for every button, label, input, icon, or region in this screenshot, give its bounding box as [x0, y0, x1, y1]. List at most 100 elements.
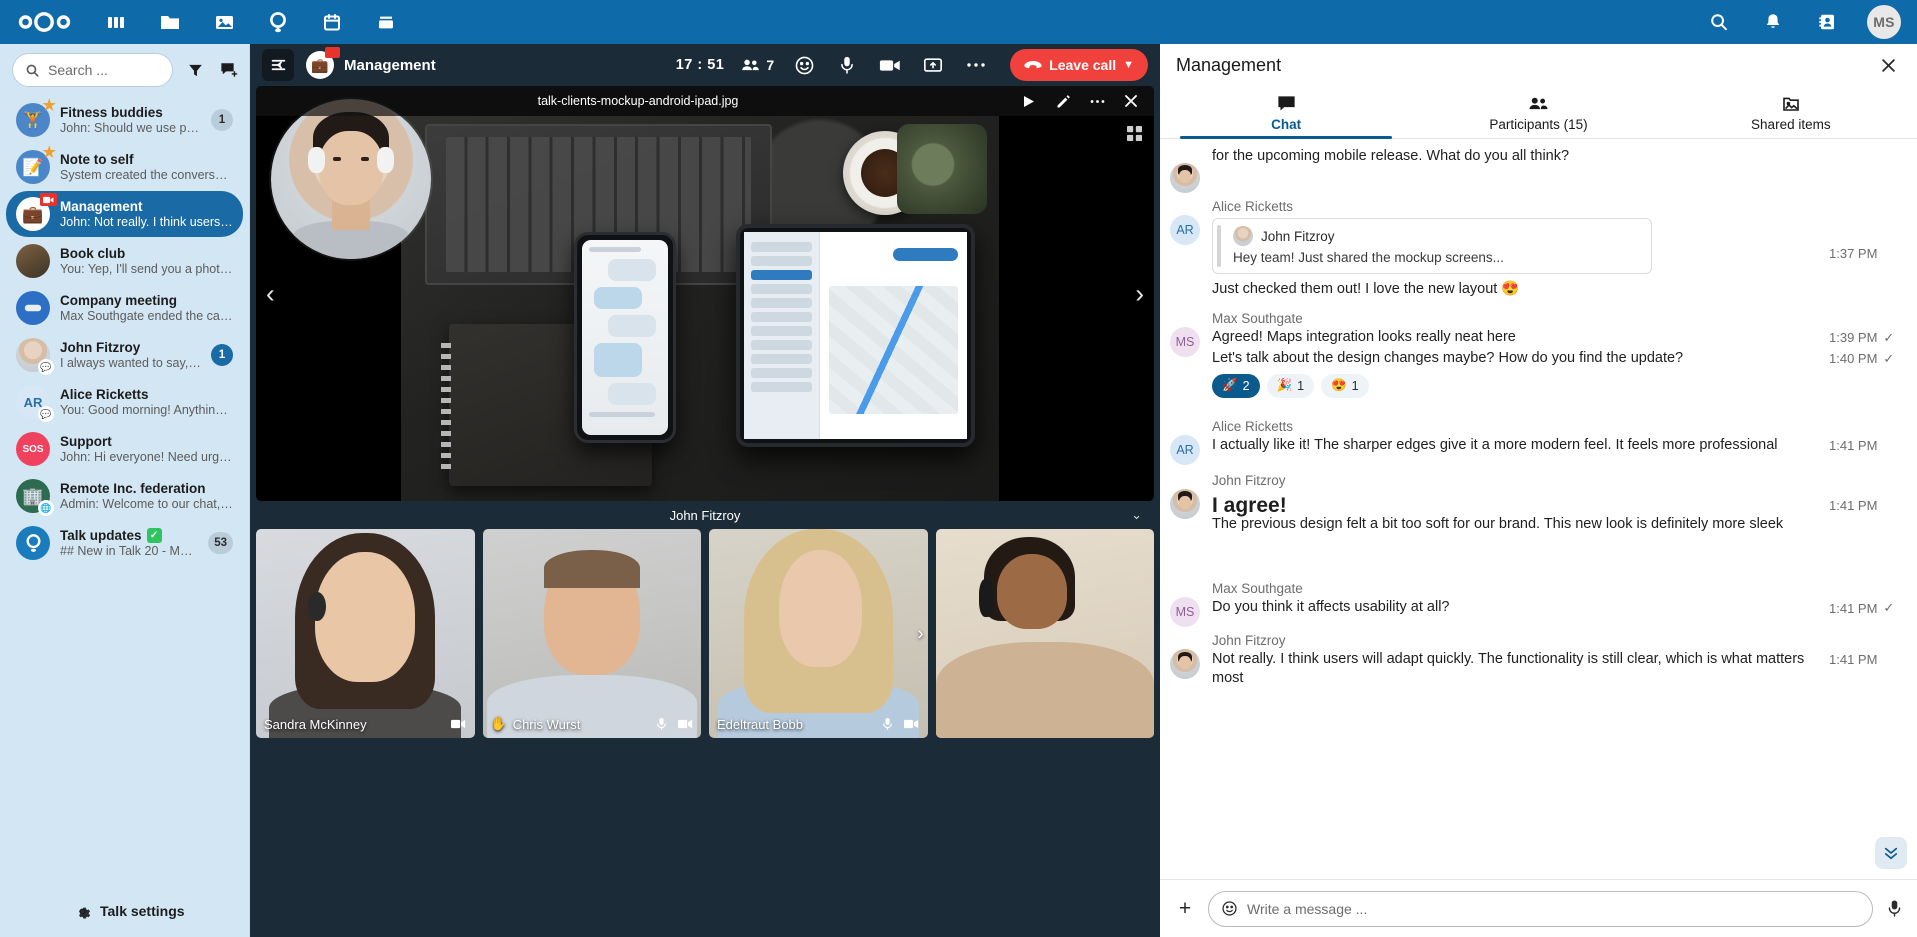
message-text: Let's talk about the design changes mayb… [1212, 349, 1684, 366]
record-audio-icon[interactable] [1883, 898, 1905, 920]
chevron-down-icon[interactable]: ⌄ [1131, 507, 1142, 523]
quoted-message[interactable]: John Fitzroy Hey team! Just shared the m… [1212, 218, 1652, 274]
conversation-item-company-meeting[interactable]: Company meeting Max Southgate ended the … [6, 285, 243, 331]
call-timer: 17 : 51 [675, 57, 725, 73]
reaction-chip[interactable]: 🎉 1 [1266, 373, 1315, 398]
more-options-icon[interactable] [1088, 92, 1106, 110]
screenshare-icon[interactable] [920, 52, 946, 78]
tab-shared-items[interactable]: Shared items [1665, 86, 1917, 138]
avatar: AR 💬 [16, 385, 54, 422]
conversation-item-support[interactable]: SOS Support John: Hi everyone! Need urge… [6, 426, 243, 472]
sidebar-search-row: Search ... [0, 44, 249, 94]
avatar [1170, 163, 1200, 193]
user-avatar[interactable]: MS [1867, 5, 1901, 39]
avatar [16, 244, 50, 278]
photos-icon[interactable] [210, 8, 238, 36]
conversation-item-talk-updates[interactable]: Talk updates ✓ ## New in Talk 20 - Mod..… [6, 520, 243, 566]
leave-call-button[interactable]: Leave call ▼ [1010, 49, 1148, 81]
recording-camera-icon [40, 193, 57, 206]
camera-icon[interactable] [877, 52, 903, 78]
video-tile[interactable] [935, 529, 1154, 738]
dashboard-icon[interactable] [102, 8, 130, 36]
calendar-icon[interactable] [318, 8, 346, 36]
room-avatar-glyph: 💼 [311, 56, 329, 73]
chat-icon [1275, 93, 1297, 115]
microphone-icon[interactable] [834, 52, 860, 78]
contacts-icon[interactable] [1813, 8, 1841, 36]
message-author: Max Southgate [1212, 581, 1303, 597]
talk-settings-button[interactable]: Talk settings [0, 885, 249, 937]
shared-screen-stage: talk-clients-mockup-android-ipad.jpg ‹ › [256, 86, 1154, 501]
chat-panel-tabs: Chat Participants (15) Shared items [1160, 86, 1917, 139]
quoted-author: John Fitzroy [1261, 228, 1335, 244]
search-icon[interactable] [1705, 8, 1733, 36]
close-icon[interactable] [1875, 52, 1901, 78]
conversation-name: Alice Ricketts [60, 387, 149, 402]
collapse-sidebar-icon[interactable] [262, 49, 294, 81]
emoji-icon[interactable] [791, 52, 817, 78]
message-author: John Fitzroy [1212, 633, 1286, 649]
more-options-icon[interactable] [963, 52, 989, 78]
talk-icon[interactable] [264, 8, 292, 36]
file-preview-bar: talk-clients-mockup-android-ipad.jpg [256, 86, 1154, 116]
previous-arrow-icon[interactable]: ‹ [266, 278, 275, 309]
avatar: 🏋 ★ [16, 98, 56, 137]
next-arrow-icon[interactable]: › [918, 623, 924, 644]
participants-icon [1527, 93, 1549, 115]
microphone-icon [880, 716, 896, 732]
video-tile[interactable]: Sandra McKinney [256, 529, 475, 738]
message-time-text: 1:37 PM [1829, 246, 1878, 261]
add-attachment-icon[interactable]: + [1172, 896, 1198, 922]
search-input[interactable]: Search ... [12, 53, 173, 87]
call-room-info: 💼 Management [306, 47, 436, 79]
unread-badge: 1 [211, 109, 233, 131]
message-input[interactable]: Write a message ... [1208, 890, 1873, 927]
app-menu [102, 8, 400, 36]
emoji-icon[interactable] [1221, 900, 1238, 917]
participants-counter[interactable]: 7 [741, 57, 774, 73]
tab-participants[interactable]: Participants (15) [1412, 86, 1664, 138]
avatar-initials: AR [1176, 223, 1194, 237]
conversation-item-fitness-buddies[interactable]: 🏋 ★ Fitness buddies John: Should we use … [6, 97, 243, 143]
filter-icon[interactable] [183, 58, 207, 82]
avatar-placeholder [1170, 379, 1200, 409]
conversation-item-management[interactable]: 💼 Management John: Not really. I think u… [6, 191, 243, 237]
play-icon[interactable] [1020, 92, 1038, 110]
reaction-chip[interactable]: 🚀 2 [1212, 373, 1260, 398]
message-time-text: 1:39 PM [1829, 330, 1878, 346]
conversation-item-john-fitzroy[interactable]: 💬 John Fitzroy I always wanted to say, h… [6, 332, 243, 378]
reaction-emoji: 😍 [1331, 378, 1347, 393]
next-arrow-icon[interactable]: › [1135, 278, 1144, 309]
new-conversation-icon[interactable] [217, 58, 241, 82]
video-tile[interactable]: Edeltraut Bobb › [709, 529, 928, 738]
message-list[interactable]: for the upcoming mobile release. What do… [1160, 139, 1917, 879]
message-author: Alice Ricketts [1212, 418, 1294, 434]
message-time-text: 1:40 PM [1829, 351, 1878, 367]
quoted-text: Hey team! Just shared the mockup screens… [1233, 250, 1504, 265]
video-tile[interactable]: ✋ Chris Wurst [482, 529, 701, 738]
grid-icon[interactable] [1127, 126, 1142, 144]
message-time [1829, 147, 1903, 149]
message-text: The previous design felt a bit too soft … [1212, 516, 1784, 533]
edit-icon[interactable] [1054, 92, 1072, 110]
reaction-chip[interactable]: 😍 1 [1321, 373, 1369, 398]
bell-icon[interactable] [1759, 8, 1787, 36]
tile-participant-name-wrap: Sandra McKinney [264, 717, 367, 732]
message-author: John Fitzroy [1212, 472, 1286, 488]
message-time-text: 1:41 PM [1829, 600, 1878, 616]
conversation-last-message: John: Should we use polls? [60, 121, 201, 135]
tab-chat[interactable]: Chat [1160, 86, 1412, 139]
nextcloud-logo-icon[interactable] [14, 7, 76, 37]
conversation-item-remote-inc-federation[interactable]: 🏢 🌐 Remote Inc. federation Admin: Welcom… [6, 473, 243, 519]
scroll-to-bottom-icon[interactable] [1875, 837, 1907, 869]
conversation-item-note-to-self[interactable]: 📝 ★ Note to self System created the conv… [6, 144, 243, 190]
unread-badge: 1 [211, 344, 233, 366]
cloud-icon [24, 304, 42, 312]
conversation-item-alice-ricketts[interactable]: AR 💬 Alice Ricketts You: Good morning! A… [6, 379, 243, 425]
camera-icon [677, 716, 693, 732]
deck-icon[interactable] [372, 8, 400, 36]
close-icon[interactable] [1122, 92, 1140, 110]
reaction-emoji: 🚀 [1222, 378, 1238, 393]
conversation-item-book-club[interactable]: Book club You: Yep, I'll send you a phot… [6, 238, 243, 284]
files-icon[interactable] [156, 8, 184, 36]
